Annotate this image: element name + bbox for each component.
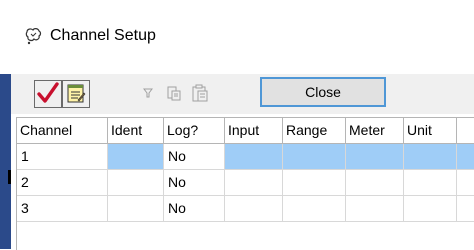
cell-ident[interactable] xyxy=(108,170,164,196)
cell-overflow xyxy=(457,144,474,170)
copy-button[interactable] xyxy=(160,80,188,108)
cell-log[interactable]: No xyxy=(164,144,225,170)
column-header-log[interactable]: Log? xyxy=(164,118,225,144)
cell-channel[interactable]: 2 xyxy=(17,170,108,196)
cell-overflow xyxy=(457,170,474,196)
column-header-meter[interactable]: Meter xyxy=(346,118,404,144)
column-header-ident[interactable]: Ident xyxy=(108,118,164,144)
cell-input[interactable] xyxy=(225,196,283,222)
cell-range[interactable] xyxy=(283,196,346,222)
cell-overflow xyxy=(457,196,474,222)
column-header-channel[interactable]: Channel xyxy=(17,118,108,144)
cell-unit[interactable] xyxy=(404,196,457,222)
cell-input[interactable] xyxy=(225,170,283,196)
copy-icon xyxy=(165,84,183,105)
filter-button[interactable] xyxy=(134,80,162,108)
notepad-button[interactable] xyxy=(62,80,90,108)
cell-meter[interactable] xyxy=(346,196,404,222)
column-header-range[interactable]: Range xyxy=(283,118,346,144)
cell-range[interactable] xyxy=(283,170,346,196)
cell-unit[interactable] xyxy=(404,170,457,196)
column-header-input[interactable]: Input xyxy=(225,118,283,144)
cell-log[interactable]: No xyxy=(164,196,225,222)
window-title: Channel Setup xyxy=(50,27,156,44)
cell-log[interactable]: No xyxy=(164,170,225,196)
checkmark-button[interactable] xyxy=(34,80,62,108)
column-header-unit[interactable]: Unit xyxy=(404,118,457,144)
channel-setup-icon xyxy=(24,26,44,46)
notepad-icon xyxy=(65,82,87,107)
cell-channel[interactable]: 3 xyxy=(17,196,108,222)
close-button[interactable]: Close xyxy=(260,77,386,107)
cell-channel[interactable]: 1 xyxy=(17,144,108,170)
paste-button[interactable] xyxy=(186,80,214,108)
table-row[interactable]: 2 No xyxy=(17,170,474,196)
column-header-overflow xyxy=(457,118,474,144)
title-bar: Channel Setup xyxy=(0,0,474,74)
grid-header-row: Channel Ident Log? Input Range Meter Uni… xyxy=(17,118,474,144)
table-row[interactable]: 1 No xyxy=(17,144,474,170)
edge-marker xyxy=(8,170,11,184)
window-left-edge xyxy=(0,74,11,249)
cell-unit[interactable] xyxy=(404,144,457,170)
cell-meter[interactable] xyxy=(346,144,404,170)
cell-input[interactable] xyxy=(225,144,283,170)
cell-ident[interactable] xyxy=(108,196,164,222)
cell-range[interactable] xyxy=(283,144,346,170)
cell-ident[interactable] xyxy=(108,144,164,170)
channel-grid: Channel Ident Log? Input Range Meter Uni… xyxy=(16,117,474,250)
funnel-icon xyxy=(140,85,156,104)
table-row[interactable]: 3 No xyxy=(17,196,474,222)
red-checkmark-icon xyxy=(36,81,60,108)
clipboard-icon xyxy=(190,83,210,106)
cell-meter[interactable] xyxy=(346,170,404,196)
